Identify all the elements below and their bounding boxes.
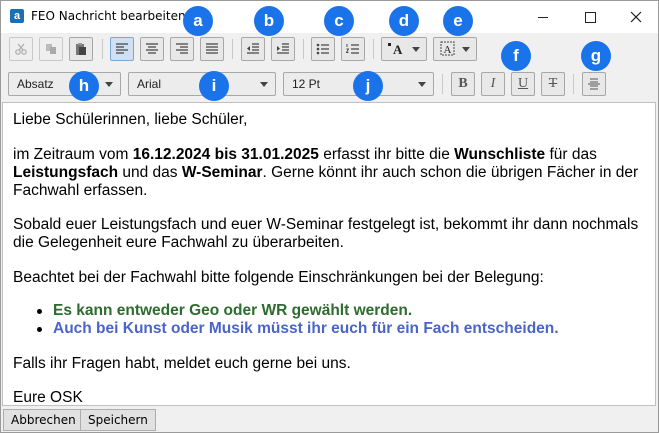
annotation-badge-d: d [389, 6, 419, 36]
formatting-toolbar-bottom: Absatz Arial 12 Pt B I U T [1, 67, 658, 99]
restrictions-list: Es kann entweder Geo oder WR gewählt wer… [13, 302, 643, 338]
highlight-color-icon: A [440, 41, 455, 56]
toolbar-separator [102, 39, 103, 59]
horizontal-rule-button[interactable] [582, 72, 606, 96]
indent-button[interactable] [271, 37, 295, 61]
font-size-value: 12 Pt [292, 77, 321, 91]
bold-button[interactable]: B [451, 72, 475, 96]
chevron-down-icon [462, 47, 470, 52]
horizontal-rule-icon [588, 78, 600, 90]
leistungsfach-text: Leistungsfach [13, 164, 119, 181]
app-icon: a [10, 9, 24, 23]
cancel-button[interactable]: Abbrechen [3, 409, 84, 431]
text-run: und das [118, 164, 182, 181]
chevron-down-icon [105, 82, 113, 87]
italic-button[interactable]: I [481, 72, 505, 96]
outdent-icon [247, 43, 259, 54]
chevron-down-icon [412, 47, 420, 52]
strikethrough-icon: T [548, 76, 558, 91]
toolbar-separator [303, 39, 304, 59]
maximize-icon [584, 11, 596, 23]
wish-list-text: Wunschliste [454, 146, 546, 163]
text-run: erfasst ihr bitte die [318, 146, 455, 163]
align-justify-icon [206, 43, 218, 54]
font-color-icon: A [388, 42, 403, 56]
align-left-button[interactable] [110, 37, 134, 61]
paragraph-style-select[interactable]: Absatz [8, 72, 121, 96]
cut-button[interactable] [9, 37, 33, 61]
numbered-list-icon [346, 44, 359, 54]
paragraph-style-value: Absatz [17, 77, 54, 91]
w-seminar-text: W-Seminar [181, 164, 263, 181]
signature-text: Eure OSK [13, 389, 83, 406]
outdent-button[interactable] [241, 37, 265, 61]
annotation-badge-g: g [581, 41, 611, 71]
annotation-badge-a: a [183, 6, 213, 36]
italic-icon: I [490, 76, 496, 91]
close-icon [630, 11, 642, 23]
editor-window: a FEO Nachricht bearbeiten A A Absatz Ar… [0, 0, 659, 433]
annotation-badge-c: c [324, 6, 354, 36]
message-editor[interactable]: Liebe Schülerinnen, liebe Schüler, im Ze… [2, 102, 656, 406]
annotation-badge-b: b [254, 6, 284, 36]
align-justify-button[interactable] [200, 37, 224, 61]
align-center-icon [146, 43, 158, 54]
list-item: Es kann entweder Geo oder WR gewählt wer… [13, 302, 643, 320]
copy-button[interactable] [39, 37, 63, 61]
annotation-badge-j: j [353, 71, 383, 101]
numbered-list-button[interactable] [341, 37, 365, 61]
indent-icon [277, 43, 289, 54]
bullet-list-icon [316, 43, 329, 55]
toolbar-separator [442, 74, 443, 94]
scissors-icon [15, 43, 27, 55]
paragraph-revision: Sobald euer Leistungsfach und euer W-Sem… [13, 216, 639, 251]
annotation-badge-i: i [199, 71, 229, 101]
save-button[interactable]: Speichern [80, 409, 156, 431]
clipboard-icon [76, 43, 86, 55]
footer-bar: Abbrechen Speichern [1, 408, 658, 432]
close-button[interactable] [613, 1, 658, 33]
strikethrough-button[interactable]: T [541, 72, 565, 96]
window-title: FEO Nachricht bearbeiten [31, 9, 186, 23]
annotation-badge-e: e [443, 6, 473, 36]
date-range-text: 16.12.2024 bis 31.01.2025 [132, 146, 319, 163]
copy-icon [46, 44, 56, 54]
text-run: für das [545, 146, 597, 163]
annotation-badge-h: h [69, 71, 99, 101]
bullet-list-button[interactable] [311, 37, 335, 61]
chevron-down-icon [260, 82, 268, 87]
paste-button[interactable] [69, 37, 93, 61]
text-run: im Zeitraum vom [13, 146, 133, 163]
minimize-button[interactable] [520, 1, 566, 33]
paragraph-questions: Falls ihr Fragen habt, meldet euch gerne… [13, 355, 351, 372]
formatting-toolbar-top: A A [1, 33, 658, 65]
toolbar-separator [232, 39, 233, 59]
svg-text:A: A [444, 44, 452, 56]
minimize-icon [538, 16, 548, 18]
highlight-color-dropdown[interactable]: A [433, 37, 477, 61]
align-right-icon [176, 43, 188, 54]
align-left-icon [116, 43, 128, 54]
list-item: Auch bei Kunst oder Musik müsst ihr euch… [13, 320, 643, 338]
maximize-button[interactable] [567, 1, 613, 33]
annotation-badge-f: f [501, 41, 531, 71]
paragraph-timeframe: im Zeitraum vom 16.12.2024 bis 31.01.202… [13, 146, 643, 200]
align-center-button[interactable] [140, 37, 164, 61]
toolbar-separator [573, 74, 574, 94]
underline-button[interactable]: U [511, 72, 535, 96]
paragraph-restrictions: Beachtet bei der Fachwahl bitte folgende… [13, 269, 544, 286]
bold-icon: B [458, 76, 468, 91]
greeting-text: Liebe Schülerinnen, liebe Schüler, [13, 111, 248, 128]
underline-icon: U [517, 76, 529, 91]
align-right-button[interactable] [170, 37, 194, 61]
chevron-down-icon [418, 82, 426, 87]
font-family-value: Arial [137, 77, 162, 91]
svg-text:A: A [393, 42, 403, 56]
font-color-dropdown[interactable]: A [381, 37, 427, 61]
toolbar-separator [373, 39, 374, 59]
